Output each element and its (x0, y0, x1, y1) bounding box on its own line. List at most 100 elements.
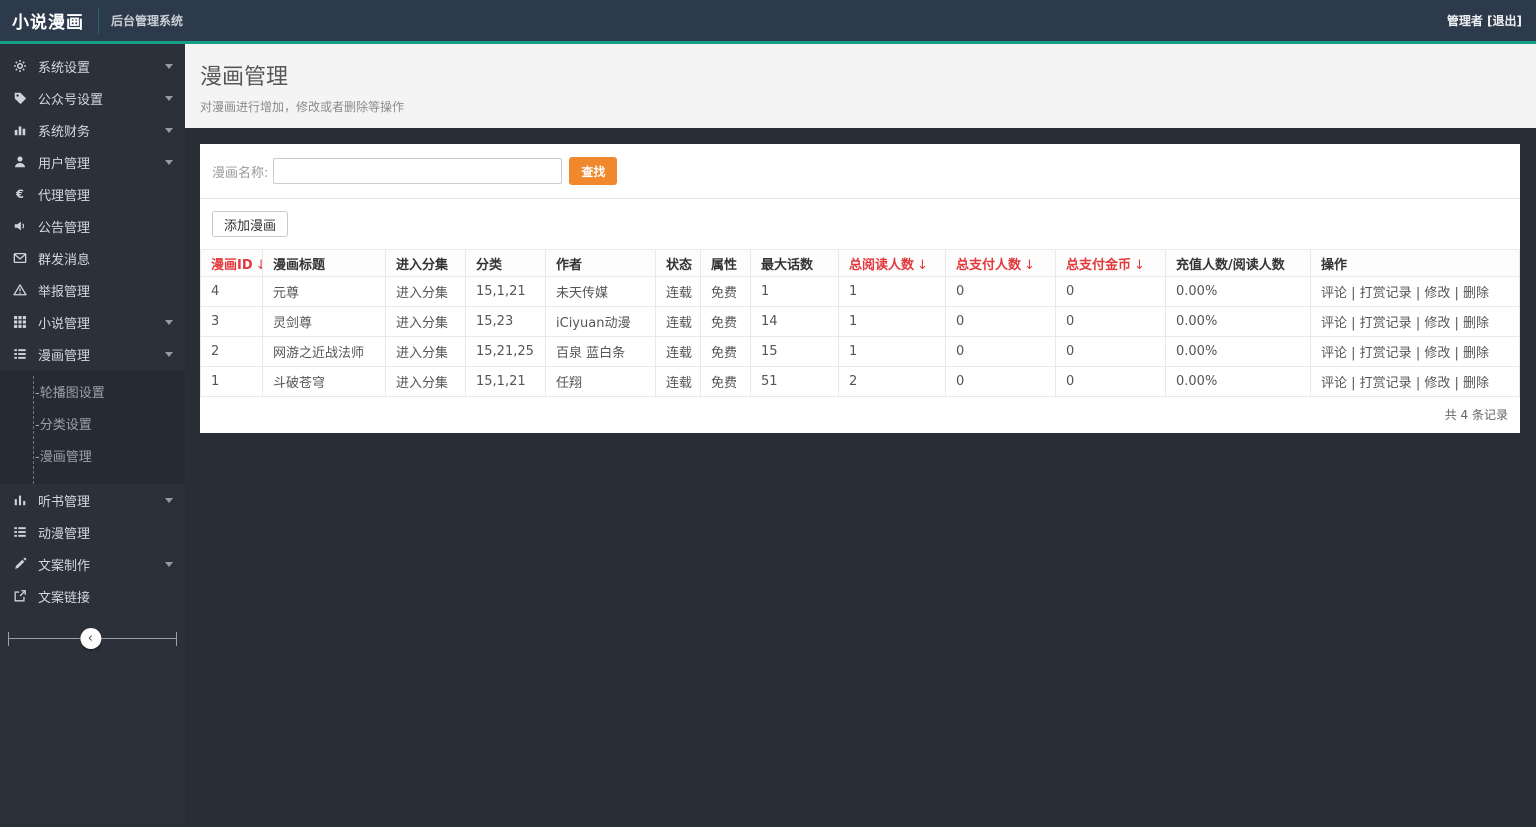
table-cell: 2 (839, 367, 946, 397)
operations-cell: 评论 | 打赏记录 | 修改 | 删除 (1311, 277, 1520, 307)
table-cell: 免费 (701, 277, 751, 307)
reward-record-link[interactable]: 打赏记录 (1360, 376, 1412, 391)
edit-link[interactable]: 修改 (1424, 376, 1450, 391)
edit-link[interactable]: 修改 (1424, 316, 1450, 331)
column-header-1[interactable]: 漫画标题 (263, 250, 386, 277)
comment-link[interactable]: 评论 (1321, 286, 1347, 301)
column-header-6[interactable]: 属性 (701, 250, 751, 277)
table-cell: 0.00% (1166, 337, 1311, 367)
op-separator: | (1347, 316, 1360, 331)
reward-record-link[interactable]: 打赏记录 (1360, 346, 1412, 361)
column-header-10[interactable]: 总支付金币↓ (1056, 250, 1166, 277)
sidebar-item-mass-message[interactable]: 群发消息 (0, 242, 185, 274)
sidebar-item-novel-management[interactable]: 小说管理 (0, 306, 185, 338)
share-icon (12, 589, 27, 604)
edit-link[interactable]: 修改 (1424, 346, 1450, 361)
table-cell: 斗破苍穹 (263, 367, 386, 397)
column-header-12[interactable]: 操作 (1311, 250, 1520, 277)
table-cell: 15,1,21 (466, 367, 546, 397)
logout-link[interactable]: [退出] (1487, 14, 1522, 28)
sidebar-item-comic-management[interactable]: 漫画管理 (0, 338, 185, 370)
reward-record-link[interactable]: 打赏记录 (1360, 316, 1412, 331)
brand-logo[interactable]: 小说漫画 (0, 8, 98, 33)
operations-cell: 评论 | 打赏记录 | 修改 | 删除 (1311, 307, 1520, 337)
sidebar-item-system-settings[interactable]: 系统设置 (0, 50, 185, 82)
table-cell: 任翔 (546, 367, 656, 397)
enter-episodes-link[interactable]: 进入分集 (396, 376, 448, 391)
enter-episodes-link[interactable]: 进入分集 (396, 316, 448, 331)
collapse-sidebar-button[interactable]: ‹ (80, 628, 101, 649)
sidebar-item-audiobook-management[interactable]: 听书管理 (0, 484, 185, 516)
sidebar-subitem-category-settings[interactable]: -分类设置 (0, 410, 185, 442)
table-cell: 51 (751, 367, 839, 397)
column-header-7[interactable]: 最大话数 (751, 250, 839, 277)
gear-icon (12, 59, 27, 74)
sidebar-item-user-management[interactable]: 用户管理 (0, 146, 185, 178)
add-toolbar: 添加漫画 (200, 199, 1520, 249)
column-header-2[interactable]: 进入分集 (386, 250, 466, 277)
sidebar-item-copywriting-link[interactable]: 文案链接 (0, 580, 185, 612)
delete-link[interactable]: 删除 (1463, 316, 1489, 331)
comment-link[interactable]: 评论 (1321, 376, 1347, 391)
delete-link[interactable]: 删除 (1463, 346, 1489, 361)
table-row: 4元尊进入分集15,1,21未天传媒连载免费11000.00%评论 | 打赏记录… (201, 277, 1520, 307)
table-cell: 4 (201, 277, 263, 307)
column-header-11[interactable]: 充值人数/阅读人数 (1166, 250, 1311, 277)
page-subtitle: 对漫画进行增加，修改或者删除等操作 (200, 98, 1520, 115)
edit-link[interactable]: 修改 (1424, 286, 1450, 301)
column-header-5[interactable]: 状态 (656, 250, 701, 277)
chevron-down-icon (165, 96, 173, 101)
column-header-9[interactable]: 总支付人数↓ (946, 250, 1056, 277)
op-separator: | (1412, 376, 1425, 391)
table-cell: 1 (839, 277, 946, 307)
table-cell: 0 (946, 337, 1056, 367)
bar-chart-icon (12, 123, 27, 138)
table-row: 1斗破苍穹进入分集15,1,21任翔连载免费512000.00%评论 | 打赏记… (201, 367, 1520, 397)
table-cell: 百泉 蓝白条 (546, 337, 656, 367)
op-separator: | (1450, 286, 1463, 301)
record-count: 共 4 条记录 (200, 397, 1520, 433)
table-cell: iCiyuan动漫 (546, 307, 656, 337)
delete-link[interactable]: 删除 (1463, 376, 1489, 391)
table-cell: 连载 (656, 307, 701, 337)
delete-link[interactable]: 删除 (1463, 286, 1489, 301)
add-comic-button[interactable]: 添加漫画 (212, 211, 288, 237)
column-header-4[interactable]: 作者 (546, 250, 656, 277)
sidebar-item-official-account-settings[interactable]: 公众号设置 (0, 82, 185, 114)
sidebar-item-copywriting-production[interactable]: 文案制作 (0, 548, 185, 580)
comic-name-input[interactable] (273, 158, 562, 184)
sidebar: 系统设置公众号设置系统财务用户管理€代理管理公告管理群发消息举报管理小说管理漫画… (0, 44, 185, 824)
page-title: 漫画管理 (200, 59, 1520, 91)
table-cell: 0 (1056, 277, 1166, 307)
sidebar-item-anime-management[interactable]: 动漫管理 (0, 516, 185, 548)
table-cell: 0 (946, 277, 1056, 307)
column-header-0[interactable]: 漫画ID↓ (201, 250, 263, 277)
comment-link[interactable]: 评论 (1321, 316, 1347, 331)
sidebar-item-system-finance[interactable]: 系统财务 (0, 114, 185, 146)
search-toolbar: 漫画名称: 查找 (200, 144, 1520, 199)
table-cell: 2 (201, 337, 263, 367)
sidebar-item-label: 文案链接 (38, 587, 173, 606)
sidebar-item-report-management[interactable]: 举报管理 (0, 274, 185, 306)
sidebar-subitem-comic-management-page[interactable]: -漫画管理 (0, 442, 185, 474)
reward-record-link[interactable]: 打赏记录 (1360, 286, 1412, 301)
sidebar-subitem-carousel-settings[interactable]: -轮播图设置 (0, 378, 185, 410)
table-cell: 15,1,21 (466, 277, 546, 307)
chevron-down-icon (165, 498, 173, 503)
sidebar-resize-slider[interactable]: ‹ (8, 628, 177, 650)
search-button[interactable]: 查找 (569, 157, 617, 185)
sidebar-item-announcement-management[interactable]: 公告管理 (0, 210, 185, 242)
column-header-3[interactable]: 分类 (466, 250, 546, 277)
enter-episodes-link[interactable]: 进入分集 (396, 346, 448, 361)
sidebar-item-label: 系统设置 (38, 57, 165, 76)
op-separator: | (1347, 346, 1360, 361)
table-cell: 未天传媒 (546, 277, 656, 307)
column-header-8[interactable]: 总阅读人数↓ (839, 250, 946, 277)
enter-episodes-link[interactable]: 进入分集 (396, 286, 448, 301)
table-cell: 3 (201, 307, 263, 337)
sidebar-item-agent-management[interactable]: €代理管理 (0, 178, 185, 210)
table-cell: 1 (201, 367, 263, 397)
sidebar-item-label: 漫画管理 (38, 345, 165, 364)
grid-icon (12, 315, 27, 330)
comment-link[interactable]: 评论 (1321, 346, 1347, 361)
